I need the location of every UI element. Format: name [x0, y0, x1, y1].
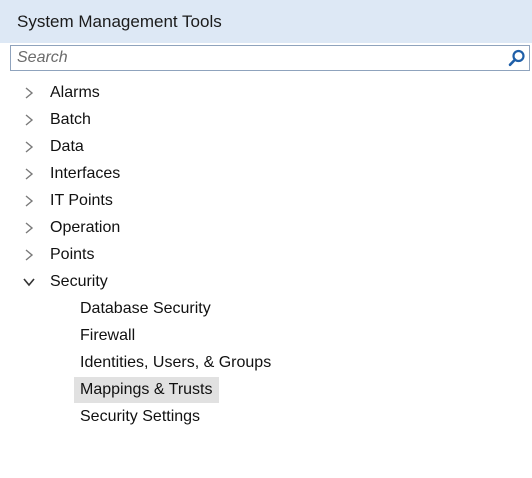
chevron-down-icon[interactable]: [22, 274, 36, 290]
tree-item-label: Interfaces: [50, 165, 121, 182]
chevron-right-icon[interactable]: [22, 193, 36, 209]
tree-child-label: Firewall: [80, 327, 136, 344]
search-box[interactable]: [10, 45, 530, 71]
chevron-right-icon[interactable]: [22, 220, 36, 236]
tree-child-label: Security Settings: [80, 408, 201, 425]
tree-item-label: Alarms: [50, 84, 100, 101]
tree-child-label: Mappings & Trusts: [80, 381, 213, 398]
search-icon[interactable]: [507, 48, 527, 68]
panel-title-text: System Management Tools: [17, 11, 222, 31]
tree-child-database-security[interactable]: Database Security: [74, 296, 217, 322]
chevron-right-icon[interactable]: [22, 166, 36, 182]
tree-item-label: IT Points: [50, 192, 113, 209]
tree-item-label: Points: [50, 246, 95, 263]
chevron-right-icon[interactable]: [22, 247, 36, 263]
chevron-right-icon[interactable]: [22, 112, 36, 128]
tree-child-identities-users-groups[interactable]: Identities, Users, & Groups: [74, 350, 277, 376]
tree-child-label: Database Security: [80, 300, 211, 317]
tree-item-label: Batch: [50, 111, 91, 128]
tree-child-mappings-trusts[interactable]: Mappings & Trusts: [74, 377, 219, 403]
tree-child-firewall[interactable]: Firewall: [74, 323, 141, 349]
tree-item-label: Data: [50, 138, 84, 155]
search-input[interactable]: [11, 46, 501, 70]
chevron-right-icon[interactable]: [22, 85, 36, 101]
chevron-right-icon[interactable]: [22, 139, 36, 155]
tree-child-security-settings[interactable]: Security Settings: [74, 404, 206, 430]
tree-child-label: Identities, Users, & Groups: [80, 354, 272, 371]
system-management-tools-panel: System Management Tools Alarms Batch Dat…: [0, 0, 532, 478]
tree-item-label: Operation: [50, 219, 121, 236]
tree-item-label: Security: [50, 273, 108, 290]
panel-title: System Management Tools: [0, 0, 532, 43]
